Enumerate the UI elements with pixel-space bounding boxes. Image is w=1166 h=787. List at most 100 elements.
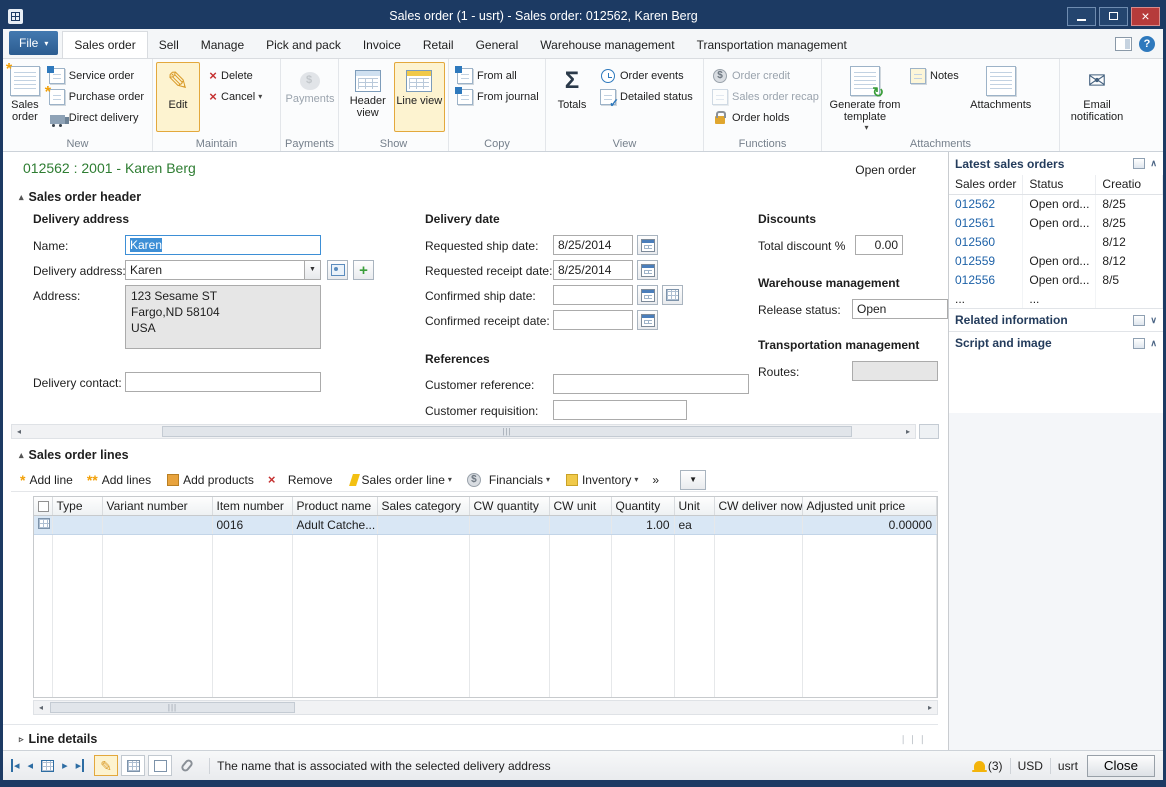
script-and-image-header[interactable]: Script and image ∧	[949, 331, 1163, 354]
layout-icon[interactable]	[1115, 37, 1132, 51]
grid-cell[interactable]	[377, 534, 469, 697]
sales-order-line-menu-button[interactable]: Sales order line▾	[340, 469, 459, 491]
column-header-cw-deliver-now[interactable]: CW deliver now	[714, 497, 802, 515]
next-record-button[interactable]: ▸	[62, 759, 68, 772]
file-menu-button[interactable]: File▾	[9, 31, 58, 55]
sales-order-lines-section-toggle[interactable]: ▴ Sales order lines	[19, 448, 129, 462]
tab-general[interactable]: General	[465, 31, 530, 58]
tab-manage[interactable]: Manage	[190, 31, 255, 58]
chevron-down-icon[interactable]: ∨	[1150, 315, 1157, 326]
confirmed-receipt-date-input[interactable]	[553, 310, 633, 330]
tab-warehouse-management[interactable]: Warehouse management	[529, 31, 685, 58]
add-line-button[interactable]: *Add line	[13, 469, 80, 491]
add-address-button[interactable]: +	[353, 260, 374, 280]
column-header-type[interactable]: Type	[52, 497, 102, 515]
detailed-status-button[interactable]: Detailed status	[595, 86, 698, 107]
grid-cell[interactable]	[549, 515, 611, 534]
email-notification-button[interactable]: ✉ Email notification	[1063, 62, 1131, 132]
edit-button[interactable]: ✎ Edit	[156, 62, 200, 132]
grid-cell[interactable]	[292, 534, 377, 697]
name-input[interactable]: Karen	[125, 235, 321, 255]
grid-view-toggle[interactable]	[121, 755, 145, 776]
order-holds-button[interactable]: Order holds	[707, 107, 824, 128]
grid-empty-area[interactable]	[34, 534, 937, 697]
confirm-dates-button[interactable]	[662, 285, 683, 305]
grid-cell[interactable]	[52, 515, 102, 534]
notes-button[interactable]: Notes	[905, 65, 964, 86]
grid-cell[interactable]: 0.00000	[802, 515, 937, 534]
first-record-button[interactable]: ◂	[11, 759, 20, 772]
tab-invoice[interactable]: Invoice	[352, 31, 412, 58]
release-status-input[interactable]: Open	[852, 299, 948, 319]
tab-retail[interactable]: Retail	[412, 31, 465, 58]
delete-button[interactable]: ×Delete	[200, 65, 267, 86]
chevron-up-icon[interactable]: ∧	[1150, 158, 1157, 169]
tab-sell[interactable]: Sell	[148, 31, 190, 58]
add-products-button[interactable]: Add products	[158, 469, 261, 491]
from-journal-button[interactable]: From journal	[452, 86, 544, 107]
select-all-header[interactable]	[34, 497, 52, 515]
grid-view-button[interactable]	[41, 760, 54, 772]
close-window-button[interactable]: ×	[1131, 7, 1160, 26]
tab-transportation-management[interactable]: Transportation management	[686, 31, 858, 58]
scroll-right-arrow[interactable]: ▸	[923, 703, 937, 712]
inventory-menu-button[interactable]: Inventory▾	[557, 469, 645, 491]
requested-ship-date-calendar-button[interactable]	[637, 235, 658, 255]
edit-mode-toggle[interactable]: ✎	[94, 755, 118, 776]
add-lines-button[interactable]: **Add lines	[80, 469, 158, 491]
grid-cell[interactable]: Adult Catche...	[292, 515, 377, 534]
factbox-menu-icon[interactable]	[1133, 315, 1145, 326]
column-header-variant-number[interactable]: Variant number	[102, 497, 212, 515]
factbox-menu-icon[interactable]	[1133, 158, 1145, 169]
table-row[interactable]: 0016 Adult Catche... 1.00 ea 0.00000	[34, 515, 937, 534]
factbox-col-sales-order[interactable]: Sales order	[949, 175, 1023, 194]
checkbox-icon[interactable]	[38, 501, 49, 512]
last-record-button[interactable]: ▸	[76, 759, 85, 772]
grid-cell[interactable]	[714, 515, 802, 534]
grid-cell[interactable]	[102, 515, 212, 534]
confirmed-ship-date-input[interactable]	[553, 285, 633, 305]
from-all-button[interactable]: From all	[452, 65, 544, 86]
cancel-button[interactable]: ×Cancel▾	[200, 86, 267, 107]
notifications-count[interactable]: (3)	[988, 759, 1003, 773]
grid-cell[interactable]	[674, 534, 714, 697]
sales-order-header-section-toggle[interactable]: ▴ Sales order header	[19, 190, 141, 204]
splitter-grip[interactable]: ❘❘❘	[899, 734, 928, 745]
requested-receipt-date-calendar-button[interactable]	[637, 260, 658, 280]
purchase-order-button[interactable]: Purchase order	[44, 86, 149, 107]
requested-receipt-date-input[interactable]: 8/25/2014	[553, 260, 633, 280]
customer-reference-input[interactable]	[553, 374, 749, 394]
header-horizontal-scrollbar[interactable]: ◂ ||| ▸	[11, 424, 916, 439]
factbox-col-creation[interactable]: Creatio	[1096, 175, 1163, 194]
grid-horizontal-scrollbar[interactable]: ◂ ||| ▸	[33, 700, 938, 715]
grid-cell[interactable]: ea	[674, 515, 714, 534]
sales-order-link[interactable]: 012562	[949, 194, 1023, 213]
grid-cell[interactable]	[469, 534, 549, 697]
delivery-contact-input[interactable]	[125, 372, 321, 392]
table-row[interactable]: 012560 8/12	[949, 232, 1163, 251]
service-order-button[interactable]: Service order	[44, 65, 149, 86]
scrollbar-thumb[interactable]: |||	[50, 702, 295, 713]
tab-pick-and-pack[interactable]: Pick and pack	[255, 31, 352, 58]
table-row[interactable]: 012562 Open ord... 8/25	[949, 194, 1163, 213]
column-header-sales-category[interactable]: Sales category	[377, 497, 469, 515]
grid-cell[interactable]	[802, 534, 937, 697]
grid-cell[interactable]: 0016	[212, 515, 292, 534]
scroll-right-arrow[interactable]: ▸	[901, 427, 915, 436]
minimize-button[interactable]	[1067, 7, 1096, 26]
attachment-indicator[interactable]	[175, 755, 199, 776]
table-row[interactable]: 012559 Open ord... 8/12	[949, 251, 1163, 270]
grid-views-dropdown[interactable]: ▼	[680, 470, 706, 490]
chevron-up-icon[interactable]: ∧	[1150, 338, 1157, 349]
tab-sales-order[interactable]: Sales order	[62, 31, 147, 58]
sales-order-link[interactable]: 012556	[949, 270, 1023, 289]
latest-sales-orders-header[interactable]: Latest sales orders ∧	[949, 152, 1163, 175]
remove-button[interactable]: ×Remove	[261, 469, 340, 491]
financials-menu-button[interactable]: $Financials▾	[459, 469, 557, 491]
line-details-section-toggle[interactable]: ▹ Line details	[19, 732, 97, 746]
toolbar-overflow-button[interactable]: »	[645, 469, 666, 491]
customer-requisition-input[interactable]	[553, 400, 687, 420]
table-row[interactable]: ... ...	[949, 289, 1163, 308]
grid-cell[interactable]	[102, 534, 212, 697]
column-header-quantity[interactable]: Quantity	[611, 497, 674, 515]
